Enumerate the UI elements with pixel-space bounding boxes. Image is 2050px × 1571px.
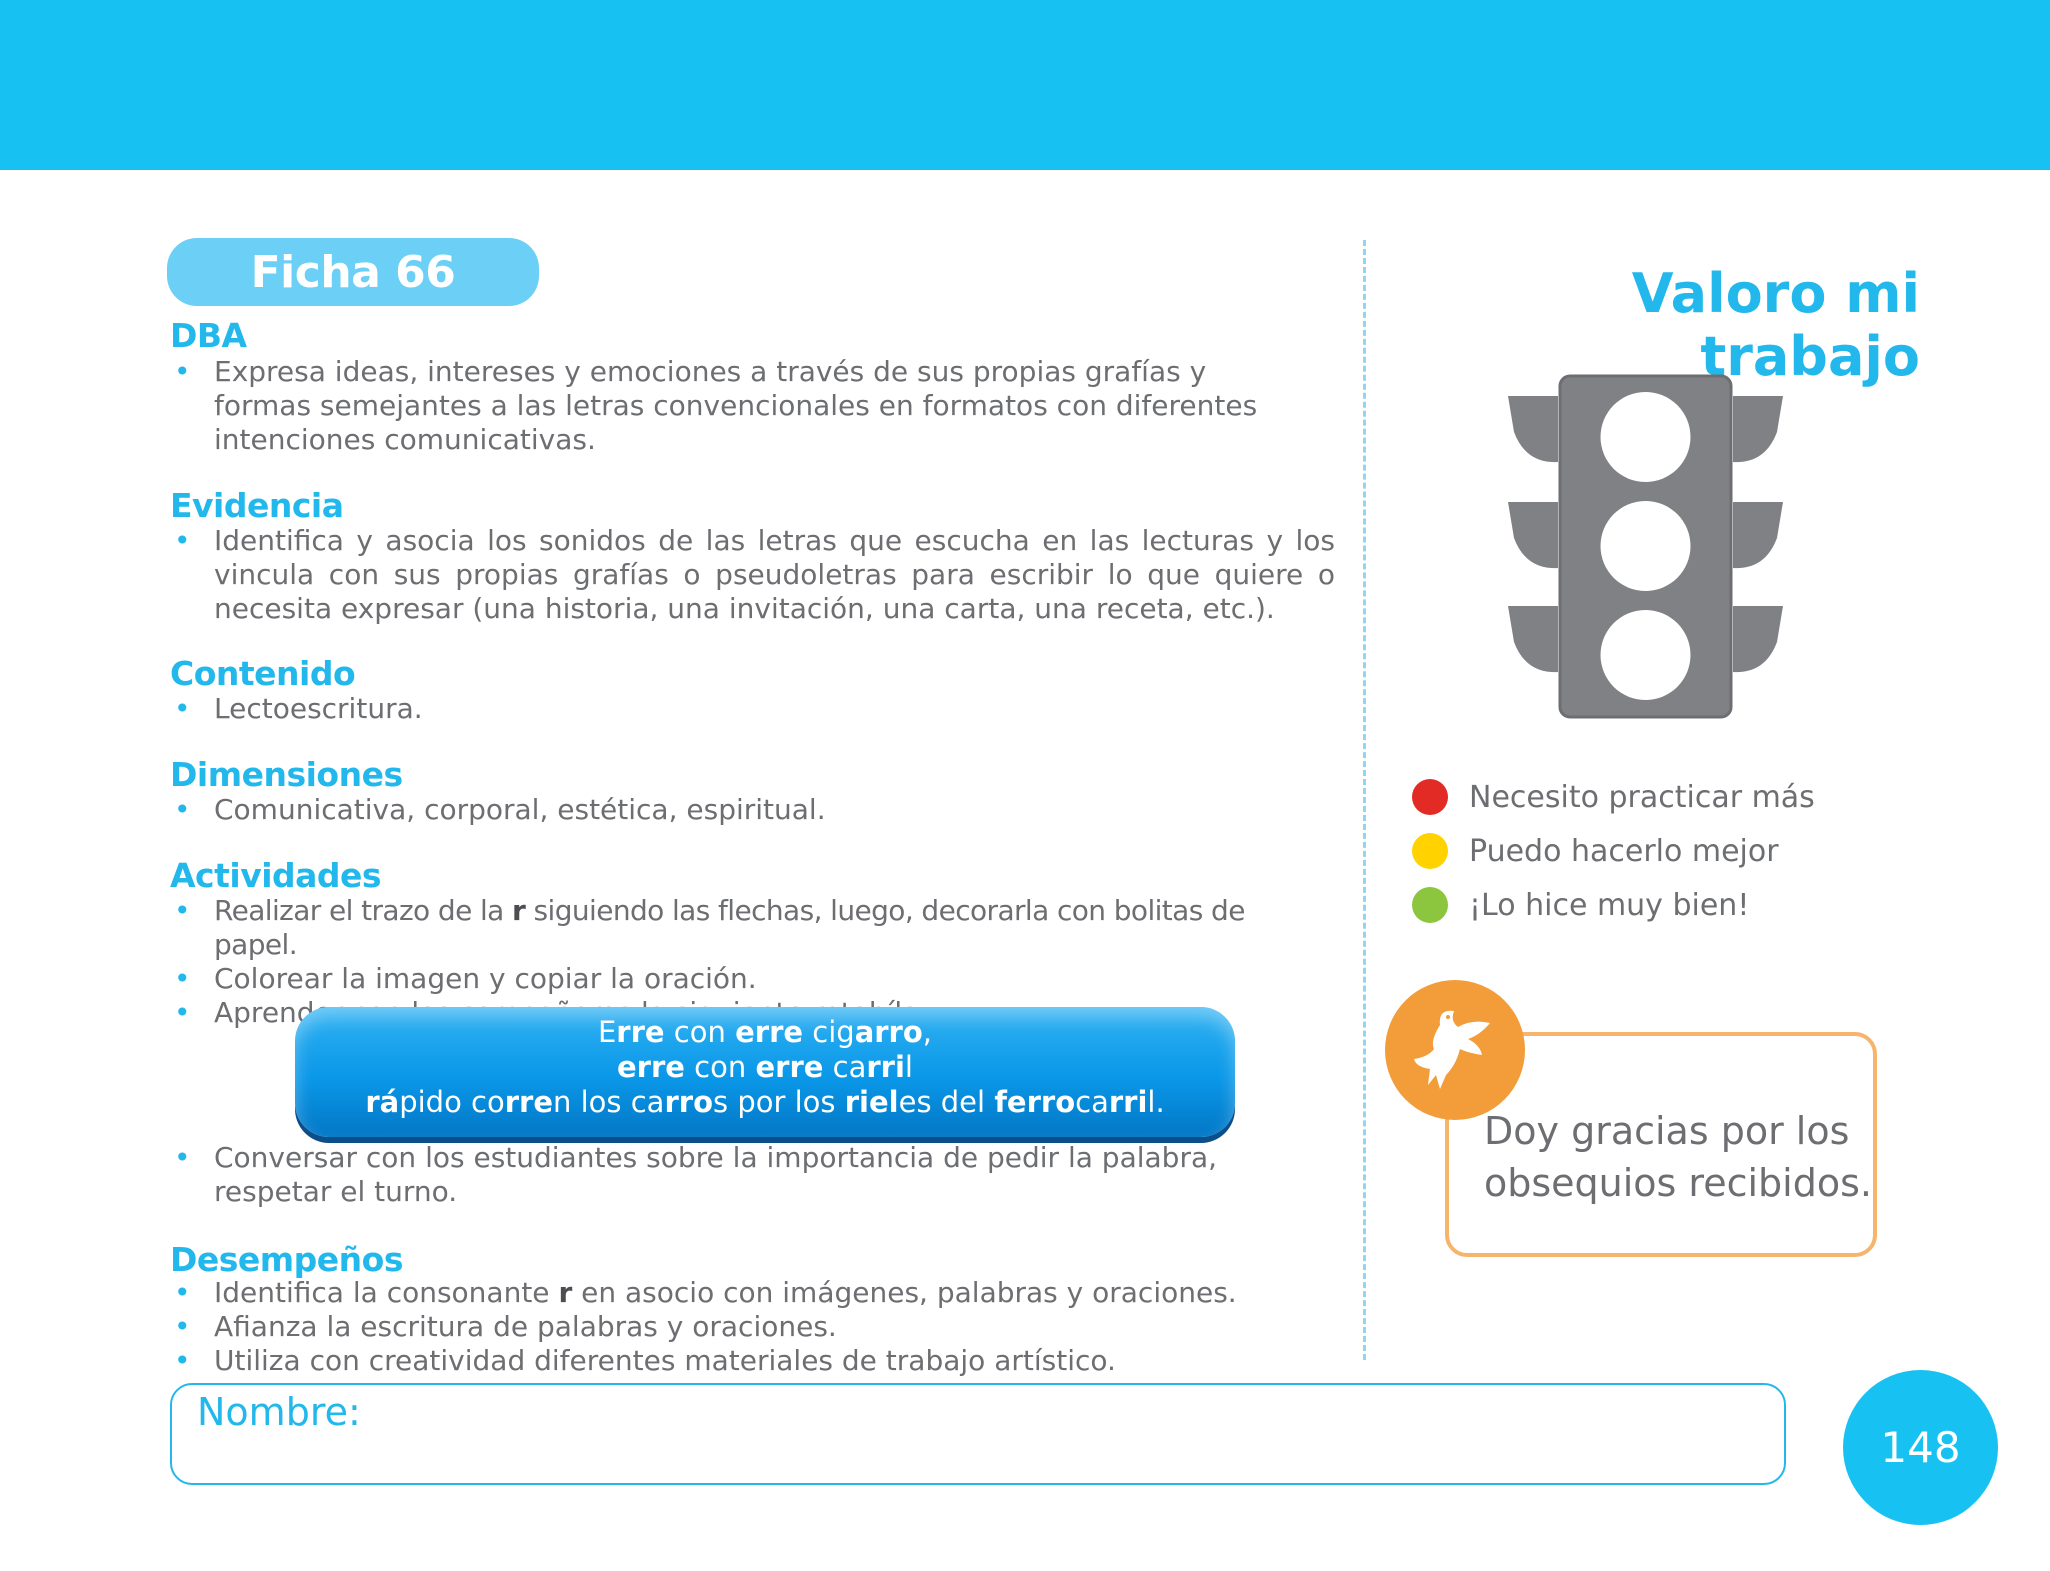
page-number: 148 — [1843, 1370, 1998, 1525]
yellow-dot-icon — [1412, 833, 1448, 869]
red-dot-icon — [1412, 779, 1448, 815]
contenido-list: • Lectoescritura. — [170, 692, 1335, 726]
retahila-line-3: rápido corren los carros por los rieles … — [365, 1085, 1165, 1119]
ficha-label: Ficha 66 — [250, 246, 456, 298]
column-divider — [1363, 240, 1366, 1360]
list-item: • Utiliza con creatividad diferentes mate… — [174, 1344, 1116, 1377]
dba-list: • Expresa ideas, intereses y emociones a … — [170, 355, 1290, 457]
legend-item-red: Necesito practicar más — [1412, 770, 1932, 824]
list-item: • Identifica la consonante r en asocio co… — [174, 1276, 1237, 1309]
retahila-line-1: Erre con erre cigarro, — [597, 1015, 933, 1049]
valoro-title: Valoro mi trabajo — [1631, 262, 1920, 388]
legend-item-green: ¡Lo hice muy bien! — [1412, 878, 1932, 932]
dimensiones-list: • Comunicativa, corporal, estética, espir… — [170, 793, 1335, 827]
list-item: • Realizar el trazo de la r siguiendo las… — [174, 894, 1245, 961]
dove-icon — [1385, 980, 1525, 1120]
evidencia-list: • Identifica y asocia los sonidos de las … — [170, 524, 1335, 626]
desempenos-list: • Identifica la consonante r en asocio co… — [170, 1276, 1335, 1378]
name-field[interactable] — [170, 1383, 1786, 1485]
list-item: • Lectoescritura. — [174, 692, 423, 725]
section-title-evidencia: Evidencia — [170, 486, 344, 525]
green-dot-icon — [1412, 887, 1448, 923]
list-item: • Identifica y asocia los sonidos de las … — [174, 524, 1335, 625]
evaluation-legend: Necesito practicar más Puedo hacerlo mej… — [1412, 770, 1932, 932]
value-text: Doy gracias por los obsequios recibidos. — [1484, 1109, 1872, 1205]
actividades-list-continued: • Conversar con los estudiantes sobre la … — [170, 1141, 1290, 1209]
traffic-light-icon — [1508, 374, 1783, 719]
retahila-line-2: erre con erre carril — [617, 1050, 913, 1084]
ficha-badge: Ficha 66 — [167, 238, 539, 306]
legend-item-yellow: Puedo hacerlo mejor — [1412, 824, 1932, 878]
retahila-text: Erre con erre cigarro, erre con erre car… — [295, 1015, 1235, 1120]
section-title-contenido: Contenido — [170, 654, 356, 693]
list-item: • Comunicativa, corporal, estética, espir… — [174, 793, 826, 826]
list-item: • Afianza la escritura de palabras y orac… — [174, 1310, 837, 1343]
retahila-banner: Erre con erre cigarro, erre con erre car… — [295, 1007, 1235, 1137]
section-title-desempenos: Desempeños — [170, 1240, 404, 1279]
list-item: • Conversar con los estudiantes sobre la … — [174, 1141, 1218, 1208]
section-title-dba: DBA — [170, 316, 247, 355]
header-band — [0, 0, 2050, 170]
worksheet-page: Ficha 66 DBA • Expresa ideas, intereses y… — [0, 0, 2050, 1571]
section-title-dimensiones: Dimensiones — [170, 755, 403, 794]
list-item: • Expresa ideas, intereses y emociones a … — [174, 355, 1258, 456]
section-title-actividades: Actividades — [170, 856, 382, 895]
list-item: • Colorear la imagen y copiar la oración. — [174, 962, 757, 995]
name-label: Nombre: — [197, 1390, 361, 1434]
